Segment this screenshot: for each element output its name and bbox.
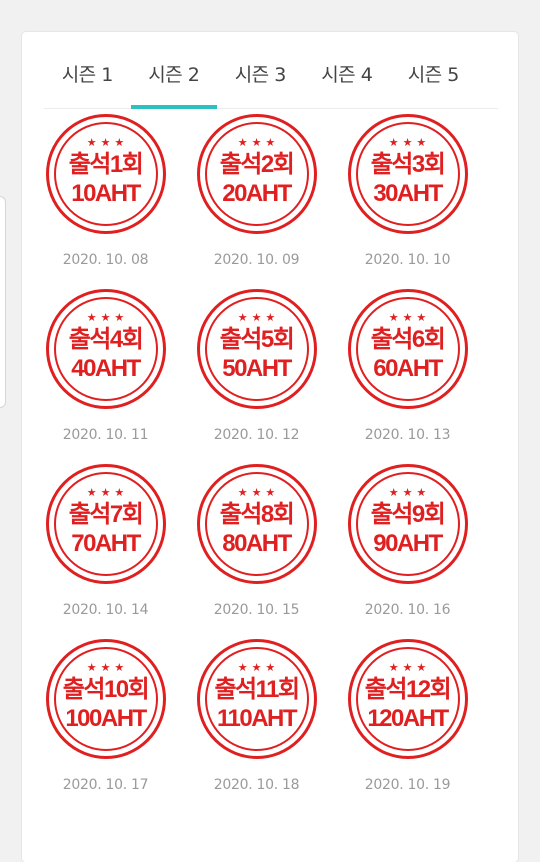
stars-icon: ★★★: [388, 311, 431, 324]
stamp-count: 출석4회: [68, 326, 144, 353]
stamp-reward: 110AHT: [216, 705, 298, 732]
stars-icon: ★★★: [237, 311, 280, 324]
stamp-date: 2020. 10. 17: [62, 777, 149, 793]
stars-icon: ★★★: [86, 136, 129, 149]
attendance-stamp: ★★★ 출석4회 40AHT: [45, 289, 166, 409]
tab-label: 시즌 3: [234, 64, 287, 86]
attendance-stamp: ★★★ 출석9회 90AHT: [347, 464, 468, 584]
stamp-item: ★★★ 출석12회 120AHT 2020. 10. 19: [332, 639, 483, 814]
stamp-reward: 90AHT: [373, 530, 443, 557]
stamp-reward: 80AHT: [222, 530, 292, 557]
tab-season-2[interactable]: 시즌 2: [130, 32, 218, 109]
stamp-count: 출석10회: [62, 676, 150, 703]
tab-label: 시즌 4: [321, 64, 373, 86]
attendance-stamp: ★★★ 출석6회 60AHT: [347, 289, 468, 409]
stamp-date: 2020. 10. 13: [364, 427, 451, 443]
stamp-inner-ring: ★★★ 출석2회 20AHT: [204, 122, 309, 226]
stamp-date: 2020. 10. 14: [62, 602, 149, 618]
tab-label: 시즌 2: [148, 64, 200, 86]
stamp-date: 2020. 10. 16: [364, 602, 451, 618]
tab-season-5[interactable]: 시즌 5: [390, 32, 477, 108]
stamp-item: ★★★ 출석10회 100AHT 2020. 10. 17: [30, 639, 181, 814]
stamp-item: ★★★ 출석9회 90AHT 2020. 10. 16: [332, 464, 483, 639]
stars-icon: ★★★: [86, 311, 129, 324]
stamp-item: ★★★ 출석3회 30AHT 2020. 10. 10: [332, 114, 483, 289]
stamp-item: ★★★ 출석2회 20AHT 2020. 10. 09: [181, 114, 332, 289]
stamp-count: 출석8회: [219, 501, 295, 528]
stamp-date: 2020. 10. 15: [213, 602, 300, 618]
stamp-inner-ring: ★★★ 출석4회 40AHT: [53, 297, 158, 401]
stars-icon: ★★★: [388, 136, 431, 149]
stamp-item: ★★★ 출석11회 110AHT 2020. 10. 18: [181, 639, 332, 814]
attendance-stamp: ★★★ 출석3회 30AHT: [347, 114, 468, 234]
attendance-stamp: ★★★ 출석10회 100AHT: [45, 639, 166, 759]
attendance-stamp: ★★★ 출석8회 80AHT: [196, 464, 317, 584]
stamp-inner-ring: ★★★ 출석1회 10AHT: [53, 122, 158, 226]
stamp-item: ★★★ 출석5회 50AHT 2020. 10. 12: [181, 289, 332, 464]
tab-season-3[interactable]: 시즌 3: [217, 32, 304, 108]
attendance-stamp: ★★★ 출석12회 120AHT: [347, 639, 468, 759]
tab-label: 시즌 5: [407, 64, 460, 86]
stamp-inner-ring: ★★★ 출석5회 50AHT: [204, 297, 309, 401]
stamp-date: 2020. 10. 09: [213, 252, 300, 268]
stamp-inner-ring: ★★★ 출석10회 100AHT: [53, 647, 158, 751]
stamp-inner-ring: ★★★ 출석9회 90AHT: [355, 472, 460, 576]
stamp-count: 출석1회: [68, 151, 144, 178]
attendance-stamp: ★★★ 출석5회 50AHT: [196, 289, 317, 409]
stamp-count: 출석12회: [364, 676, 452, 703]
stamp-count: 출석5회: [219, 326, 295, 353]
stamp-inner-ring: ★★★ 출석3회 30AHT: [355, 122, 460, 226]
season-tabs: 시즌 1 시즌 2 시즌 3 시즌 4 시즌 5: [44, 32, 498, 109]
stamp-count: 출석7회: [68, 501, 144, 528]
stars-icon: ★★★: [237, 661, 280, 674]
stamp-count: 출석6회: [370, 326, 446, 353]
stars-icon: ★★★: [237, 136, 280, 149]
tab-label: 시즌 1: [61, 64, 114, 86]
attendance-stamp: ★★★ 출석2회 20AHT: [196, 114, 317, 234]
stars-icon: ★★★: [86, 486, 129, 499]
stamp-reward: 70AHT: [71, 530, 141, 557]
drawer-handle[interactable]: [0, 196, 6, 408]
stamp-count: 출석11회: [214, 676, 300, 703]
attendance-stamp: ★★★ 출석1회 10AHT: [45, 114, 166, 234]
stamp-date: 2020. 10. 10: [364, 252, 451, 268]
stamp-reward: 10AHT: [71, 180, 141, 207]
stamp-grid: ★★★ 출석1회 10AHT 2020. 10. 08 ★★★ 출석2회 20A…: [30, 114, 484, 814]
stamp-date: 2020. 10. 19: [364, 777, 451, 793]
stamp-item: ★★★ 출석6회 60AHT 2020. 10. 13: [332, 289, 483, 464]
stamp-reward: 30AHT: [373, 180, 443, 207]
tab-season-4[interactable]: 시즌 4: [304, 32, 391, 108]
stars-icon: ★★★: [388, 486, 431, 499]
stamp-item: ★★★ 출석7회 70AHT 2020. 10. 14: [30, 464, 181, 639]
stamp-item: ★★★ 출석1회 10AHT 2020. 10. 08: [30, 114, 181, 289]
stamp-inner-ring: ★★★ 출석11회 110AHT: [204, 647, 309, 751]
attendance-stamp: ★★★ 출석11회 110AHT: [196, 639, 317, 759]
stamp-date: 2020. 10. 12: [213, 427, 300, 443]
stamp-item: ★★★ 출석8회 80AHT 2020. 10. 15: [181, 464, 332, 639]
stamp-inner-ring: ★★★ 출석8회 80AHT: [204, 472, 309, 576]
stamp-reward: 50AHT: [222, 355, 292, 382]
stars-icon: ★★★: [86, 661, 129, 674]
stamp-reward: 60AHT: [373, 355, 443, 382]
tab-season-1[interactable]: 시즌 1: [44, 32, 131, 108]
stamp-reward: 120AHT: [367, 705, 449, 732]
stars-icon: ★★★: [388, 661, 431, 674]
attendance-stamp: ★★★ 출석7회 70AHT: [45, 464, 166, 584]
stamp-date: 2020. 10. 08: [62, 252, 149, 268]
stamp-inner-ring: ★★★ 출석12회 120AHT: [355, 647, 460, 751]
stamp-reward: 100AHT: [65, 705, 147, 732]
stamp-count: 출석3회: [370, 151, 446, 178]
stars-icon: ★★★: [237, 486, 280, 499]
stamp-date: 2020. 10. 18: [213, 777, 300, 793]
stamp-reward: 20AHT: [222, 180, 292, 207]
stamp-inner-ring: ★★★ 출석7회 70AHT: [53, 472, 158, 576]
stamp-date: 2020. 10. 11: [62, 427, 149, 443]
stamp-item: ★★★ 출석4회 40AHT 2020. 10. 11: [30, 289, 181, 464]
stamp-inner-ring: ★★★ 출석6회 60AHT: [355, 297, 460, 401]
stamp-reward: 40AHT: [71, 355, 141, 382]
stamp-count: 출석2회: [219, 151, 295, 178]
stamp-count: 출석9회: [370, 501, 446, 528]
